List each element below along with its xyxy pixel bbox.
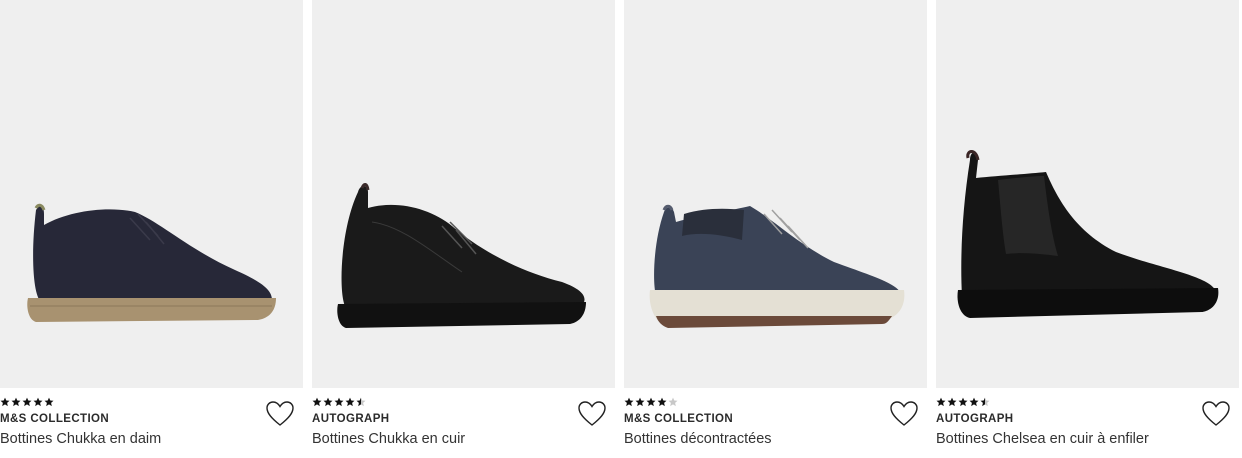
- star-icon: [44, 397, 54, 407]
- product-title[interactable]: Bottines décontractées: [624, 431, 772, 447]
- product-title[interactable]: Bottines Chukka en daim: [0, 431, 161, 447]
- product-brand: AUTOGRAPH: [936, 413, 1014, 425]
- chelsea-boot-image: [957, 150, 1219, 318]
- product-image[interactable]: [312, 0, 615, 388]
- star-rating: [936, 397, 990, 409]
- star-icon: [657, 397, 667, 407]
- product-image[interactable]: [624, 0, 927, 388]
- star-icon: [356, 397, 366, 407]
- product-card[interactable]: M&S COLLECTION Bottines décontractées: [624, 0, 927, 458]
- star-icon: [334, 397, 344, 407]
- star-icon: [668, 397, 678, 407]
- product-image[interactable]: [0, 0, 303, 388]
- star-rating: [0, 397, 54, 409]
- star-icon: [980, 397, 990, 407]
- heart-outline-icon[interactable]: [1201, 400, 1231, 428]
- product-title[interactable]: Bottines Chukka en cuir: [312, 431, 465, 447]
- star-icon: [33, 397, 43, 407]
- product-title[interactable]: Bottines Chelsea en cuir à enfiler: [936, 431, 1149, 447]
- heart-outline-icon[interactable]: [889, 400, 919, 428]
- product-brand: AUTOGRAPH: [312, 413, 390, 425]
- star-icon: [646, 397, 656, 407]
- star-icon: [323, 397, 333, 407]
- leather-chukka-boot-image: [337, 183, 586, 328]
- suede-chukka-boot-image: [27, 203, 276, 322]
- product-card[interactable]: AUTOGRAPH Bottines Chelsea en cuir à enf…: [936, 0, 1239, 458]
- star-icon: [936, 397, 946, 407]
- star-icon: [969, 397, 979, 407]
- heart-outline-icon[interactable]: [265, 400, 295, 428]
- star-rating: [624, 397, 678, 409]
- product-card[interactable]: AUTOGRAPH Bottines Chukka en cuir: [312, 0, 615, 458]
- product-image[interactable]: [936, 0, 1239, 388]
- star-rating: [312, 397, 366, 409]
- casual-boot-image: [649, 204, 905, 328]
- product-brand: M&S COLLECTION: [624, 413, 734, 425]
- product-grid: M&S COLLECTION Bottines Chukka en daim A…: [0, 0, 1242, 458]
- star-icon: [345, 397, 355, 407]
- star-icon: [312, 397, 322, 407]
- star-icon: [958, 397, 968, 407]
- star-icon: [22, 397, 32, 407]
- heart-outline-icon[interactable]: [577, 400, 607, 428]
- star-icon: [0, 397, 10, 407]
- product-card[interactable]: M&S COLLECTION Bottines Chukka en daim: [0, 0, 303, 458]
- star-icon: [624, 397, 634, 407]
- star-icon: [947, 397, 957, 407]
- product-brand: M&S COLLECTION: [0, 413, 110, 425]
- star-icon: [11, 397, 21, 407]
- star-icon: [635, 397, 645, 407]
